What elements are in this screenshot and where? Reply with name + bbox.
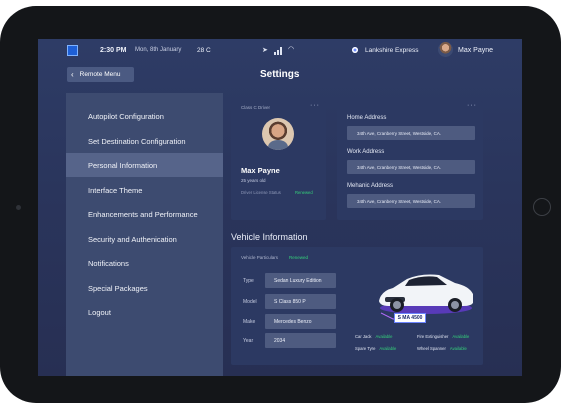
profile-photo xyxy=(262,118,294,150)
work-address-label: Work Address xyxy=(347,149,385,155)
license-status: Renewed xyxy=(295,190,313,195)
app-logo-icon xyxy=(67,45,78,56)
home-address-label: Home Address xyxy=(347,115,387,121)
vehicle-card: Vehicle Particulars Renewed Type Sedan L… xyxy=(231,247,483,365)
signal-bars-icon xyxy=(274,47,284,55)
status-bar: 2:30 PM Mon, 8th January 28 C ➤ ◠ Lanksh… xyxy=(38,39,522,65)
temperature-text: 28 C xyxy=(197,47,211,54)
tablet-frame: 2:30 PM Mon, 8th January 28 C ➤ ◠ Lanksh… xyxy=(0,6,561,403)
profile-card: Class C Driver ··· Max Payne 25 years ol… xyxy=(231,101,326,220)
more-options-icon[interactable]: ··· xyxy=(467,102,477,109)
menu-item-interface-theme[interactable]: Interface Theme xyxy=(66,178,223,202)
date-text: Mon, 8th January xyxy=(135,47,182,53)
navigation-arrow-icon: ➤ xyxy=(262,47,268,54)
page-title: Settings xyxy=(260,69,300,80)
user-name: Max Payne xyxy=(458,47,494,54)
feature-spare-tyre: Spare Tyre Available xyxy=(355,346,397,351)
profile-age: 25 years old xyxy=(241,178,266,183)
vehicle-type-label: Type xyxy=(243,278,254,284)
menu-item-logout[interactable]: Logout xyxy=(66,300,223,324)
menu-item-destination[interactable]: Set Destination Configuration xyxy=(66,129,223,153)
menu-item-special-packages[interactable]: Special Packages xyxy=(66,276,223,300)
vehicle-particulars-label: Vehicle Particulars xyxy=(241,255,279,260)
profile-name: Max Payne xyxy=(241,166,280,175)
license-label: Driver License Status xyxy=(241,190,281,195)
vehicle-year-label: Year xyxy=(243,338,254,344)
vehicle-model-field[interactable]: S Class 850 P xyxy=(265,294,336,309)
vehicle-make-field[interactable]: Mercedes Benzo xyxy=(265,314,336,329)
avatar[interactable] xyxy=(438,42,453,57)
location-dot-icon xyxy=(352,47,358,53)
menu-item-autopilot[interactable]: Autopilot Configuration xyxy=(66,104,223,128)
work-address-field[interactable]: 34th Ave, Cranberry Street, Westside, CA… xyxy=(347,160,475,174)
vehicle-year-field[interactable]: 2034 xyxy=(265,333,336,348)
address-card: ··· Home Address 34th Ave, Cranberry Str… xyxy=(337,101,483,220)
menu-item-security[interactable]: Security and Authenication xyxy=(66,227,223,251)
mechanic-address-label: Mehanic Address xyxy=(347,183,394,189)
feature-wheel-spanner: Wheel Spanner Available xyxy=(417,346,467,351)
chevron-left-icon: ‹ xyxy=(71,69,74,79)
license-plate: S MA 4500 xyxy=(394,313,426,323)
vehicle-particulars-status: Renewed xyxy=(289,255,309,260)
feature-fire-extinguisher: Fire Extinguisher Available xyxy=(417,334,470,339)
clock-time: 2:30 PM xyxy=(100,47,127,54)
feature-car-jack: Car Jack Available xyxy=(355,334,393,339)
car-image xyxy=(379,274,473,320)
mechanic-address-field[interactable]: 34th Ave, Cranberry Street, Westside, CA… xyxy=(347,194,475,208)
menu-item-personal-information[interactable]: Personal Information xyxy=(66,153,223,177)
home-button[interactable] xyxy=(533,198,551,216)
more-options-icon[interactable]: ··· xyxy=(310,102,320,109)
wifi-icon: ◠ xyxy=(288,46,295,53)
settings-menu: Autopilot Configuration Set Destination … xyxy=(66,93,223,376)
remote-menu-button[interactable]: ‹ Remote Menu xyxy=(67,67,134,82)
remote-menu-label: Remote Menu xyxy=(79,71,121,78)
location-name: Lankshire Express xyxy=(365,47,419,54)
menu-item-notifications[interactable]: Notifications xyxy=(66,251,223,275)
vehicle-make-label: Make xyxy=(243,319,256,325)
vehicle-model-label: Model xyxy=(243,299,257,305)
vehicle-section-title: Vehicle Information xyxy=(231,232,308,242)
menu-item-enhancements[interactable]: Enhancements and Performance xyxy=(66,202,223,226)
vehicle-type-field[interactable]: Sedan Luxury Edition xyxy=(265,273,336,288)
home-address-field[interactable]: 34th Ave, Cranberry Street, Westside, CA… xyxy=(347,126,475,140)
screen: 2:30 PM Mon, 8th January 28 C ➤ ◠ Lanksh… xyxy=(38,39,522,376)
camera-icon xyxy=(16,205,21,210)
driver-class: Class C Driver xyxy=(241,105,271,110)
